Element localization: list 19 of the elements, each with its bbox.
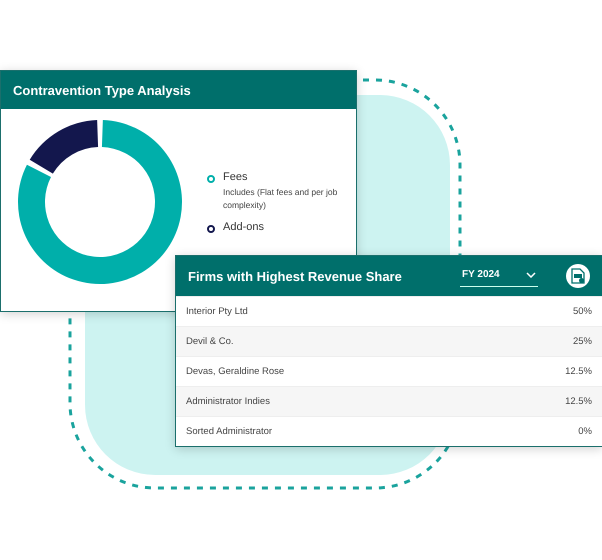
firm-name: Devil & Co.: [186, 336, 234, 347]
legend-note: Includes (Flat fees and per job complexity): [223, 186, 338, 212]
share-value: 0%: [578, 426, 592, 437]
share-value: 12.5%: [565, 396, 592, 407]
firm-name: Sorted Administrator: [186, 426, 272, 437]
card-title: Firms with Highest Revenue Share: [188, 268, 403, 284]
card-title: Contravention Type Analysis: [13, 82, 192, 98]
chevron-down-icon: [526, 272, 536, 278]
share-value: 50%: [572, 306, 592, 317]
firm-name: Devas, Geraldine Rose: [186, 366, 284, 377]
year-select[interactable]: FY 2024: [460, 265, 538, 287]
firm-name: Administrator Indies: [186, 396, 270, 407]
export-button[interactable]: [566, 264, 590, 288]
spreadsheet-file-icon: [571, 268, 585, 284]
legend-label: Fees: [223, 170, 248, 183]
legend-label: Add-ons: [223, 221, 264, 234]
share-value: 12.5%: [565, 366, 592, 377]
firm-name: Interior Pty Ltd: [186, 306, 248, 317]
share-value: 25%: [572, 336, 592, 347]
